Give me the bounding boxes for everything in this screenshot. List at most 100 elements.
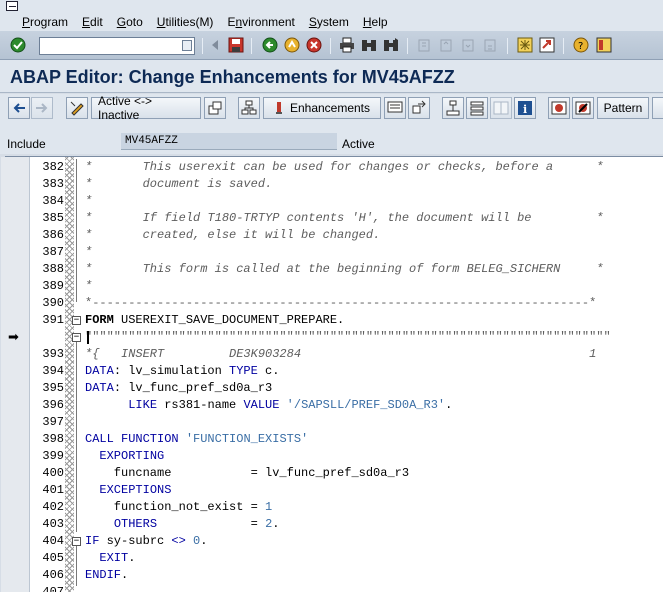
previous-page-icon[interactable] bbox=[438, 37, 454, 53]
menu-goto[interactable]: Goto bbox=[117, 15, 143, 29]
exit-icon[interactable] bbox=[284, 37, 300, 53]
active-inactive-toggle-button[interactable]: Active <-> Inactive bbox=[91, 94, 201, 122]
delete-breakpoint-button[interactable] bbox=[572, 97, 594, 119]
menu-environment[interactable]: Environment bbox=[227, 15, 294, 29]
code-line: *{ INSERT DE3K903284 1 bbox=[85, 347, 597, 361]
save-icon[interactable] bbox=[228, 37, 244, 53]
pattern-label: Pattern bbox=[603, 101, 643, 115]
find-icon[interactable] bbox=[361, 37, 377, 53]
enhancements-button[interactable]: Enhancements bbox=[263, 97, 381, 119]
layout-menu-icon[interactable] bbox=[596, 37, 612, 53]
navigate-button[interactable] bbox=[408, 97, 430, 119]
command-field[interactable] bbox=[39, 37, 195, 55]
stack-button[interactable] bbox=[466, 97, 488, 119]
triangle-left-icon[interactable] bbox=[207, 37, 223, 53]
help-icon[interactable]: ? bbox=[573, 37, 589, 53]
toolbar-separator bbox=[407, 38, 408, 54]
toolbar-separator bbox=[251, 38, 252, 54]
line-number: 385 bbox=[42, 211, 64, 225]
last-page-icon[interactable] bbox=[482, 37, 498, 53]
comment-block-line bbox=[76, 159, 77, 302]
split-screen-button[interactable] bbox=[490, 97, 512, 119]
pattern-button[interactable]: Pattern bbox=[597, 97, 649, 119]
line-number: 402 bbox=[42, 500, 64, 514]
menu-help[interactable]: Help bbox=[363, 15, 388, 29]
more-toolbar-button[interactable] bbox=[652, 97, 663, 119]
next-page-icon[interactable] bbox=[460, 37, 476, 53]
code-line: EXPORTING bbox=[99, 449, 165, 463]
svg-text:?: ? bbox=[578, 41, 583, 52]
line-number: 394 bbox=[42, 364, 64, 378]
cancel-icon[interactable] bbox=[306, 37, 322, 53]
code-line: DATA: lv_simulation TYPE c. bbox=[85, 364, 280, 378]
fold-guide-line bbox=[76, 546, 77, 586]
other-object-button[interactable] bbox=[204, 97, 226, 119]
code-line: funcname = lv_func_pref_sd0a_r3 bbox=[85, 466, 410, 480]
create-session-icon[interactable] bbox=[517, 37, 533, 53]
current-line-arrow-icon: ➡ bbox=[8, 329, 19, 344]
command-history-icon[interactable] bbox=[182, 40, 192, 51]
line-number: 398 bbox=[42, 432, 64, 446]
line-number: 405 bbox=[42, 551, 64, 565]
code-editor[interactable]: ➡ 382 383 384 385 386 387 388 389 390 39… bbox=[1, 156, 663, 592]
code-line: * This form is called at the beginning o… bbox=[85, 262, 604, 276]
set-breakpoint-button[interactable] bbox=[548, 97, 570, 119]
line-number: 393 bbox=[42, 347, 64, 361]
first-page-icon[interactable] bbox=[416, 37, 432, 53]
active-inactive-toggle-label: Active <-> Inactive bbox=[98, 94, 153, 122]
line-number: 389 bbox=[42, 279, 64, 293]
line-number: 399 bbox=[42, 449, 64, 463]
editor-left-gutter bbox=[1, 157, 30, 592]
find-next-icon[interactable] bbox=[383, 37, 399, 53]
code-line: * If field T180-TRTYP contents 'H', the … bbox=[85, 211, 604, 225]
toolbar-separator bbox=[330, 38, 331, 54]
line-number: 403 bbox=[42, 517, 64, 531]
title-bar: ABAP Editor: Change Enhancements for MV4… bbox=[0, 60, 663, 93]
code-line: ENDIF. bbox=[85, 568, 129, 582]
toolbar-separator bbox=[507, 38, 508, 54]
where-used-button[interactable] bbox=[384, 97, 406, 119]
menu-edit[interactable]: Edit bbox=[82, 15, 103, 29]
forward-arrow-button[interactable] bbox=[31, 97, 53, 119]
menu-utilities[interactable]: Utilities(M) bbox=[157, 15, 214, 29]
line-number: 384 bbox=[42, 194, 64, 208]
object-list-button[interactable] bbox=[442, 97, 464, 119]
window-menu-icon[interactable] bbox=[6, 1, 18, 11]
line-number: 407 bbox=[42, 585, 64, 592]
include-field: MV45AFZZ bbox=[121, 133, 337, 150]
enter-check-icon[interactable] bbox=[10, 37, 26, 53]
fold-toggle-icon[interactable]: − bbox=[72, 537, 81, 546]
fold-toggle-icon[interactable]: − bbox=[72, 316, 81, 325]
toolbar-separator bbox=[563, 38, 564, 54]
line-number: 382 bbox=[42, 160, 64, 174]
line-number: 401 bbox=[42, 483, 64, 497]
enhancements-label: Enhancements bbox=[289, 101, 371, 115]
hierarchy-button[interactable] bbox=[238, 97, 260, 119]
include-row: Include MV45AFZZ Active bbox=[0, 124, 663, 154]
code-line: * bbox=[85, 279, 93, 293]
back-icon[interactable] bbox=[262, 37, 278, 53]
code-line: EXIT. bbox=[99, 551, 136, 565]
print-icon[interactable] bbox=[339, 37, 355, 53]
back-arrow-button[interactable] bbox=[8, 97, 30, 119]
line-number: 397 bbox=[42, 415, 64, 429]
line-number: 390 bbox=[42, 296, 64, 310]
code-line: * bbox=[85, 194, 93, 208]
code-line: CALL FUNCTION 'FUNCTION_EXISTS' bbox=[85, 432, 309, 446]
code-line: LIKE rs381-name VALUE '/SAPSLL/PREF_SD0A… bbox=[128, 398, 453, 412]
generate-shortcut-icon[interactable] bbox=[539, 37, 555, 53]
code-line: IF sy-subrc <> 0. bbox=[85, 534, 208, 548]
display-change-button[interactable] bbox=[66, 97, 88, 119]
info-button[interactable]: i bbox=[514, 97, 536, 119]
menu-program[interactable]: Program bbox=[22, 15, 68, 29]
code-line: EXCEPTIONS bbox=[99, 483, 172, 497]
fold-toggle-icon[interactable]: − bbox=[72, 333, 81, 342]
code-line-form: FORM USEREXIT_SAVE_DOCUMENT_PREPARE. bbox=[85, 313, 345, 327]
svg-text:i: i bbox=[523, 103, 527, 116]
code-line: """"""""""""""""""""""""""""""""""""""""… bbox=[85, 330, 611, 344]
standard-toolbar: ? bbox=[0, 31, 663, 60]
line-number: 391 bbox=[42, 313, 64, 327]
code-line: * document is saved. bbox=[85, 177, 273, 191]
menu-system[interactable]: System bbox=[309, 15, 349, 29]
window-strip bbox=[0, 0, 663, 12]
